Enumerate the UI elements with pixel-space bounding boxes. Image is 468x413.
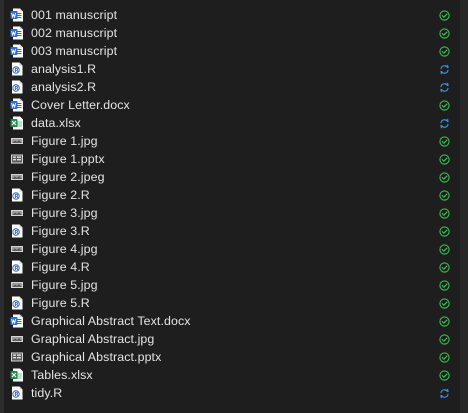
svg-text:R: R [14, 230, 19, 236]
file-name: analysis2.R [31, 80, 97, 94]
file-name: Figure 4.R [31, 260, 90, 274]
sync-complete-checkmark-icon [439, 334, 450, 345]
file-name: Graphical Abstract Text.docx [31, 314, 191, 328]
file-row[interactable]: Graphical Abstract.pptx [10, 348, 460, 366]
image-file-icon [10, 332, 24, 346]
file-list-panel: 001 manuscript 002 manuscript 003 manuscri… [0, 0, 468, 413]
r-script-icon: R [10, 80, 24, 94]
image-file-icon [10, 278, 24, 292]
sync-complete-checkmark-icon [439, 136, 450, 147]
file-row[interactable]: Ranalysis1.R [10, 60, 460, 78]
sync-complete-checkmark-icon [439, 154, 450, 165]
image-file-icon [10, 170, 24, 184]
sync-complete-checkmark-icon [439, 100, 450, 111]
file-name: Figure 5.jpg [31, 278, 98, 292]
excel-spreadsheet-icon [10, 116, 24, 130]
r-script-icon: R [10, 188, 24, 202]
sync-in-progress-icon [439, 118, 450, 129]
file-name: Graphical Abstract.jpg [31, 332, 155, 346]
word-document-icon [10, 314, 24, 328]
file-row[interactable]: Rtidy.R [10, 384, 460, 402]
file-name: Figure 1.jpg [31, 134, 98, 148]
sync-complete-checkmark-icon [439, 262, 450, 273]
file-name: Figure 3.jpg [31, 206, 98, 220]
image-file-icon [10, 242, 24, 256]
r-script-icon: R [10, 62, 24, 76]
file-name: tidy.R [31, 386, 63, 400]
file-row[interactable]: Tables.xlsx [10, 366, 460, 384]
file-row[interactable]: Figure 2.jpeg [10, 168, 460, 186]
file-row[interactable]: R Figure 2.R [10, 186, 460, 204]
sync-complete-checkmark-icon [439, 172, 450, 183]
file-row[interactable]: Ranalysis2.R [10, 78, 460, 96]
file-row[interactable]: data.xlsx [10, 114, 460, 132]
image-file-icon [10, 134, 24, 148]
file-list: 001 manuscript 002 manuscript 003 manuscri… [10, 6, 460, 402]
r-script-icon: R [10, 296, 24, 310]
file-name: Tables.xlsx [31, 368, 93, 382]
sync-complete-checkmark-icon [439, 208, 450, 219]
file-name: Figure 2.R [31, 188, 90, 202]
svg-text:R: R [14, 68, 19, 74]
file-row[interactable]: 001 manuscript [10, 6, 460, 24]
file-name: Figure 3.R [31, 224, 90, 238]
file-name: data.xlsx [31, 116, 81, 130]
image-file-icon [10, 206, 24, 220]
file-name: Figure 5.R [31, 296, 90, 310]
sync-complete-checkmark-icon [439, 190, 450, 201]
file-name: 001 manuscript [31, 8, 118, 22]
scrollbar-track[interactable] [460, 0, 468, 413]
file-row[interactable]: Graphical Abstract.jpg [10, 330, 460, 348]
sync-complete-checkmark-icon [439, 244, 450, 255]
panel-left-border [0, 0, 4, 413]
word-document-icon [10, 98, 24, 112]
excel-spreadsheet-icon [10, 368, 24, 382]
r-script-icon: R [10, 260, 24, 274]
svg-text:R: R [14, 302, 19, 308]
word-document-icon [10, 26, 24, 40]
file-row[interactable]: R Figure 3.R [10, 222, 460, 240]
file-row[interactable]: Figure 1.jpg [10, 132, 460, 150]
sync-complete-checkmark-icon [439, 316, 450, 327]
file-row[interactable]: R Figure 5.R [10, 294, 460, 312]
svg-text:R: R [14, 86, 19, 92]
word-document-icon [10, 44, 24, 58]
sync-complete-checkmark-icon [439, 10, 450, 21]
sync-complete-checkmark-icon [439, 28, 450, 39]
file-name: Figure 1.pptx [31, 152, 105, 166]
svg-text:R: R [14, 266, 19, 272]
sync-complete-checkmark-icon [439, 226, 450, 237]
presentation-file-icon [10, 152, 24, 166]
file-row[interactable]: Figure 1.pptx [10, 150, 460, 168]
file-name: Cover Letter.docx [31, 98, 130, 112]
file-name: 003 manuscript [31, 44, 118, 58]
sync-in-progress-icon [439, 388, 450, 399]
sync-in-progress-icon [439, 64, 450, 75]
file-name: analysis1.R [31, 62, 97, 76]
file-name: Graphical Abstract.pptx [31, 350, 162, 364]
file-row[interactable]: 003 manuscript [10, 42, 460, 60]
file-row[interactable]: Graphical Abstract Text.docx [10, 312, 460, 330]
sync-complete-checkmark-icon [439, 352, 450, 363]
file-name: 002 manuscript [31, 26, 118, 40]
sync-in-progress-icon [439, 82, 450, 93]
sync-complete-checkmark-icon [439, 370, 450, 381]
file-row[interactable]: Figure 5.jpg [10, 276, 460, 294]
presentation-file-icon [10, 350, 24, 364]
file-name: Figure 4.jpg [31, 242, 98, 256]
sync-complete-checkmark-icon [439, 280, 450, 291]
sync-complete-checkmark-icon [439, 46, 450, 57]
sync-complete-checkmark-icon [439, 298, 450, 309]
file-row[interactable]: Cover Letter.docx [10, 96, 460, 114]
file-name: Figure 2.jpeg [31, 170, 105, 184]
r-script-icon: R [10, 224, 24, 238]
r-script-icon: R [10, 386, 24, 400]
file-row[interactable]: Figure 3.jpg [10, 204, 460, 222]
file-row[interactable]: R Figure 4.R [10, 258, 460, 276]
file-row[interactable]: Figure 4.jpg [10, 240, 460, 258]
svg-text:R: R [14, 392, 19, 398]
file-row[interactable]: 002 manuscript [10, 24, 460, 42]
word-document-icon [10, 8, 24, 22]
svg-text:R: R [14, 194, 19, 200]
